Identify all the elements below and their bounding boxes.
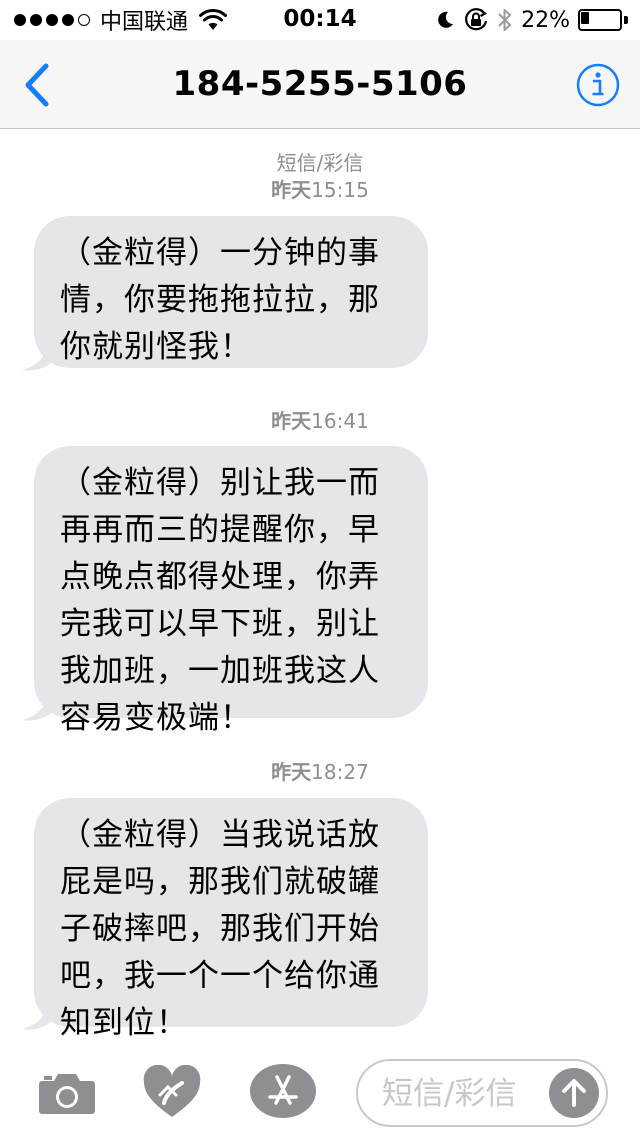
message-timestamp: 昨天15:15 [271, 178, 369, 202]
battery-level-fill [581, 12, 589, 24]
status-bar-right: 22% [435, 6, 628, 34]
composer-bar [0, 1045, 640, 1136]
message-bubble[interactable]: （金粒得）当我说话放屁是吗，那我们就破罐子破摔吧，那我们开始吧，我一个一个给你通… [34, 798, 428, 1041]
message-input[interactable] [382, 1071, 542, 1117]
bubble-tail [22, 694, 52, 721]
nav-bar: 184-5255-5106 [0, 40, 640, 129]
status-bar: 中国联通 00:14 22% [0, 0, 640, 40]
service-label: 短信/彩信 [276, 151, 364, 175]
camera-icon[interactable] [38, 1069, 96, 1115]
send-arrow-icon [562, 1079, 586, 1107]
message-bubble[interactable]: （金粒得）别让我一而再再而三的提醒你，早点晚点都得处理，你弄完我可以早下班，别让… [34, 446, 428, 736]
bubble-tail [22, 1003, 52, 1030]
app-store-icon[interactable] [248, 1063, 318, 1119]
message-timestamp: 昨天18:27 [271, 760, 369, 784]
send-button[interactable] [549, 1068, 599, 1118]
bubble-tail [22, 344, 52, 371]
digital-touch-heart-icon[interactable] [142, 1065, 202, 1119]
message-thread[interactable]: 短信/彩信 昨天15:15 （金粒得）一分钟的事情，你要拖拖拉拉，那你就别怪我！… [0, 130, 640, 1045]
battery-percent: 22% [521, 7, 570, 33]
do-not-disturb-moon-icon [438, 11, 454, 28]
info-icon[interactable] [574, 61, 622, 109]
message-input-field[interactable] [356, 1059, 608, 1127]
bluetooth-icon [498, 9, 512, 31]
contact-phone-number[interactable]: 184-5255-5106 [0, 64, 640, 104]
message-timestamp: 昨天16:41 [271, 409, 369, 433]
rotation-lock-icon [465, 8, 488, 31]
battery-icon [578, 9, 628, 31]
message-bubble[interactable]: （金粒得）一分钟的事情，你要拖拖拉拉，那你就别怪我！ [34, 216, 428, 368]
